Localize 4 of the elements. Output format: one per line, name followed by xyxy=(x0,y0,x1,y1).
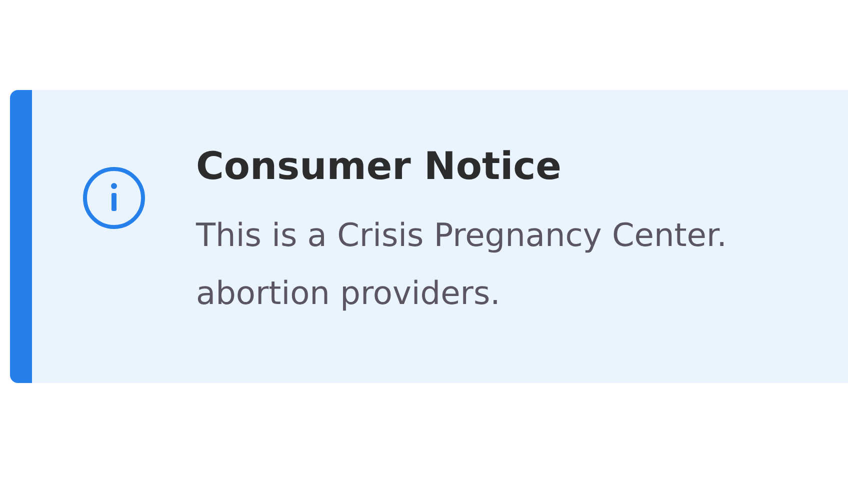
notice-title: Consumer Notice xyxy=(196,143,562,190)
info-icon xyxy=(82,166,146,230)
notice-text-line: abortion providers. xyxy=(196,273,502,314)
notice-text-line: This is a Crisis Pregnancy Center. xyxy=(196,215,727,256)
